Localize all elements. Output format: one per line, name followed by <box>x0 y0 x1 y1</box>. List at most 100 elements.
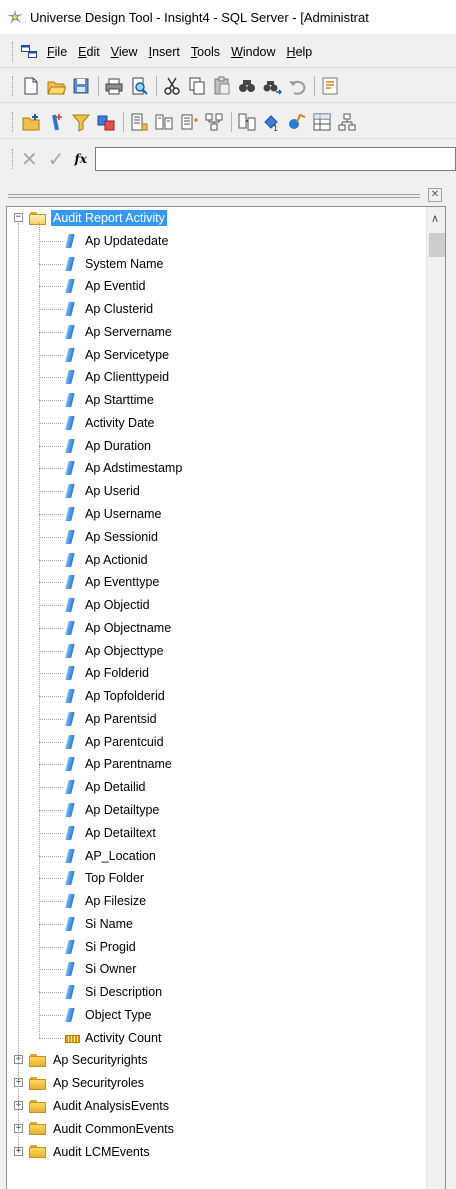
vertical-scrollbar[interactable]: ∧ <box>426 207 445 1189</box>
print-icon[interactable] <box>104 76 124 96</box>
dimension-item[interactable]: Ap Username <box>65 503 163 525</box>
dimension-item[interactable]: Ap Objectid <box>65 594 152 616</box>
check-integrity-icon[interactable] <box>287 112 307 132</box>
undo-icon[interactable] <box>287 76 307 96</box>
tree-connector <box>39 240 63 242</box>
dimension-item[interactable]: Ap Objectname <box>65 617 173 639</box>
dimension-item[interactable]: Ap Filesize <box>65 890 148 912</box>
copy-icon[interactable] <box>187 76 207 96</box>
dimension-item[interactable]: Ap Detailtext <box>65 822 158 844</box>
insert-class-icon[interactable] <box>21 112 41 132</box>
open-folder-icon[interactable] <box>46 76 66 96</box>
properties-icon[interactable] <box>320 76 340 96</box>
menu-insert[interactable]: Insert <box>149 45 180 59</box>
tree-item-label: Ap Clusterid <box>85 302 154 317</box>
function-icon[interactable]: fx <box>75 152 87 166</box>
dimension-item[interactable]: Ap Duration <box>65 435 153 457</box>
class-item[interactable]: Audit CommonEvents <box>29 1118 176 1140</box>
formula-input[interactable] <box>94 147 456 171</box>
dimension-item[interactable]: Si Name <box>65 913 135 935</box>
formulabar-grip[interactable] <box>12 149 15 169</box>
menu-label-rest: indow <box>242 44 276 59</box>
menubar-grip[interactable] <box>12 41 15 62</box>
class-audit-report-activity[interactable]: Audit Report Activity <box>29 207 167 229</box>
dimension-item[interactable]: Ap Detailtype <box>65 799 161 821</box>
dimension-item[interactable]: Ap Detailid <box>65 776 147 798</box>
dimension-item[interactable]: Top Folder <box>65 867 146 889</box>
insert-object-icon[interactable] <box>46 112 66 132</box>
universe-tree[interactable]: ∧ Audit Report Activity − Ap Updatedate Sys… <box>6 206 446 1189</box>
scroll-thumb[interactable] <box>429 233 445 257</box>
collapse-icon[interactable]: − <box>14 213 23 222</box>
measure-item[interactable]: Activity Count <box>65 1027 163 1049</box>
dimension-item[interactable]: Ap Updatedate <box>65 230 170 252</box>
dimension-item[interactable]: Ap Parentname <box>65 753 174 775</box>
menu-view[interactable]: View <box>111 45 138 59</box>
table-browser-icon[interactable] <box>129 112 149 132</box>
toolbar-grip[interactable] <box>12 111 15 132</box>
dimension-item[interactable]: Ap Folderid <box>65 662 151 684</box>
find-next-icon[interactable] <box>262 76 282 96</box>
toolbar-separator <box>314 75 315 96</box>
tree-connector <box>18 223 19 1147</box>
insert-condition-icon[interactable] <box>71 112 91 132</box>
print-preview-icon[interactable] <box>129 76 149 96</box>
save-icon[interactable] <box>71 76 91 96</box>
cancel-icon[interactable]: ✕ <box>21 147 38 172</box>
dimension-item[interactable]: System Name <box>65 253 166 275</box>
tree-item-label: Ap Servername <box>85 324 172 339</box>
new-document-icon[interactable] <box>21 76 41 96</box>
dimension-icon <box>65 575 75 589</box>
cut-icon[interactable] <box>162 76 182 96</box>
scroll-up-icon[interactable]: ∧ <box>431 212 439 225</box>
dimension-item[interactable]: Ap Eventid <box>65 275 147 297</box>
dimension-item[interactable]: Ap Adstimestamp <box>65 457 184 479</box>
dimension-item[interactable]: Ap Userid <box>65 480 142 502</box>
dimension-item[interactable]: Activity Date <box>65 412 156 434</box>
insert-join-icon[interactable] <box>96 112 116 132</box>
insert-derived-table-icon[interactable] <box>179 112 199 132</box>
dimension-item[interactable]: Ap Servername <box>65 321 174 343</box>
dimension-item[interactable]: Si Description <box>65 981 164 1003</box>
menu-window[interactable]: Window <box>231 45 275 59</box>
expand-icon[interactable]: + <box>14 1146 23 1156</box>
dimension-item[interactable]: Ap Starttime <box>65 389 156 411</box>
class-item[interactable]: Ap Securityroles <box>29 1072 146 1094</box>
dimension-item[interactable]: Ap Clusterid <box>65 298 155 320</box>
arrange-tables-icon[interactable] <box>204 112 224 132</box>
mdi-window-icon[interactable] <box>21 44 37 59</box>
dimension-item[interactable]: Si Owner <box>65 958 138 980</box>
detect-cardinalities-icon[interactable] <box>237 112 257 132</box>
dimension-item[interactable]: Ap Actionid <box>65 549 150 571</box>
menu-file[interactable]: File <box>47 45 67 59</box>
dimension-item[interactable]: Ap Objecttype <box>65 640 166 662</box>
menu-edit[interactable]: Edit <box>78 45 100 59</box>
menu-help[interactable]: Help <box>287 45 313 59</box>
class-item[interactable]: Ap Securityrights <box>29 1049 149 1071</box>
hierarchies-icon[interactable] <box>337 112 357 132</box>
dimension-item[interactable]: Object Type <box>65 1004 153 1026</box>
dimension-item[interactable]: Si Progid <box>65 936 138 958</box>
toolbar-grip[interactable] <box>12 75 15 96</box>
dimension-item[interactable]: Ap Parentsid <box>65 708 159 730</box>
tree-connector <box>39 787 63 789</box>
dimension-item[interactable]: Ap Eventtype <box>65 571 161 593</box>
detect-contexts-icon[interactable]: 1 <box>262 112 282 132</box>
dimension-item[interactable]: Ap Clienttypeid <box>65 366 171 388</box>
dimension-item[interactable]: Ap Servicetype <box>65 344 171 366</box>
tree-connector <box>39 878 63 880</box>
class-item[interactable]: Audit LCMEvents <box>29 1141 152 1163</box>
dimension-item[interactable]: Ap Topfolderid <box>65 685 167 707</box>
list-mode-icon[interactable] <box>312 112 332 132</box>
menu-tools[interactable]: Tools <box>191 45 220 59</box>
insert-alias-icon[interactable] <box>154 112 174 132</box>
paste-icon[interactable] <box>212 76 232 96</box>
dimension-item[interactable]: Ap Parentcuid <box>65 731 166 753</box>
accept-icon[interactable]: ✓ <box>48 147 65 172</box>
class-item[interactable]: Audit AnalysisEvents <box>29 1095 171 1117</box>
dimension-item[interactable]: AP_Location <box>65 845 158 867</box>
dimension-icon <box>65 1008 75 1022</box>
close-pane-icon[interactable]: ✕ <box>428 188 442 202</box>
dimension-item[interactable]: Ap Sessionid <box>65 526 160 548</box>
find-icon[interactable] <box>237 76 257 96</box>
